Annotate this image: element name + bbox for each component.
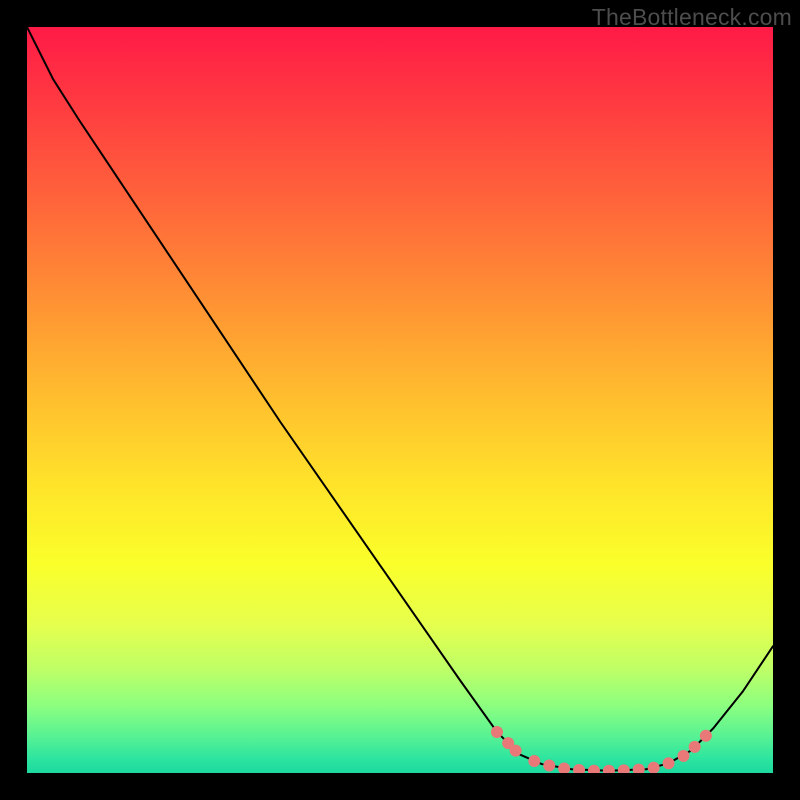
curve-marker [677,750,689,762]
curve-marker [700,730,712,742]
curve-marker [543,760,555,772]
curve-marker [573,764,585,773]
curve-marker [663,757,675,769]
curve-marker [689,741,701,753]
watermark-text: TheBottleneck.com [592,4,792,31]
chart-frame: TheBottleneck.com [0,0,800,800]
curve-marker [633,764,645,773]
bottleneck-curve [27,27,773,771]
curve-layer [27,27,773,773]
curve-marker [558,763,570,773]
curve-markers [491,726,712,773]
curve-marker [510,745,522,757]
curve-marker [603,765,615,773]
curve-marker [491,726,503,738]
curve-marker [648,762,660,773]
curve-marker [618,764,630,773]
curve-marker [528,755,540,767]
curve-marker [588,765,600,773]
plot-area [27,27,773,773]
